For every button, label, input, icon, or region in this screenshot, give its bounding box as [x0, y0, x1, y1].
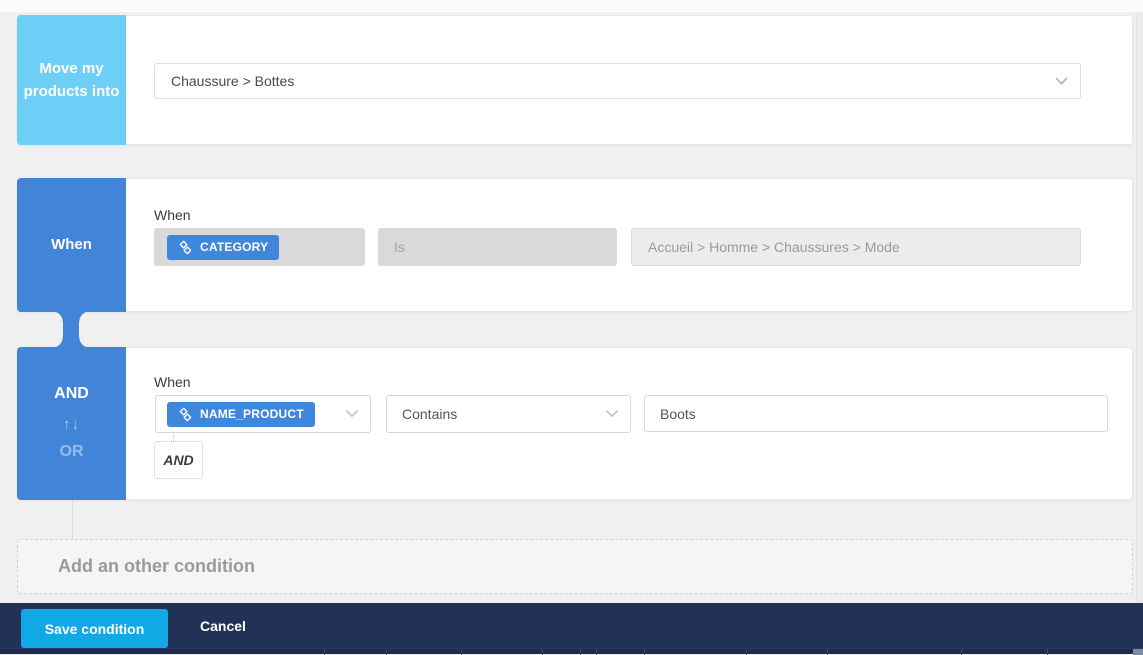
add-other-condition-label: Add an other condition [58, 556, 255, 577]
when-condition-card: When When CATEGORY Is Accueil > Homme > … [17, 178, 1133, 312]
save-condition-button[interactable]: Save condition [21, 609, 168, 648]
when-label-text: When [51, 233, 92, 256]
add-condition-connector [72, 500, 73, 539]
chevron-down-icon [606, 410, 630, 418]
operator-select-disabled: Is [378, 228, 617, 266]
footer-bottom-strip [0, 648, 1143, 654]
nested-and-connector [173, 432, 174, 441]
page-top-strip [0, 0, 1143, 12]
connector-curve [52, 311, 63, 322]
scrollbar-track[interactable] [1136, 12, 1143, 603]
move-products-card: Move my products into Chaussure > Bottes [17, 15, 1133, 145]
or-toggle-option[interactable]: OR [60, 440, 84, 465]
cancel-button[interactable]: Cancel [200, 603, 246, 648]
operator-placeholder: Is [378, 239, 421, 255]
and-toggle-option[interactable]: AND [54, 382, 89, 407]
when-row-label: When [154, 207, 191, 223]
and-condition-card: AND ↑↓ OR When NAME_PRODUCT Contains AND [17, 347, 1133, 500]
add-other-condition-button[interactable]: Add an other condition [17, 539, 1133, 594]
target-category-select[interactable]: Chaussure > Bottes [154, 63, 1081, 99]
move-products-label-line2: products into [24, 80, 120, 103]
chevron-down-icon [1055, 77, 1080, 86]
link-icon [178, 407, 193, 422]
condition-connector [63, 306, 79, 352]
condition-value-input[interactable] [644, 395, 1108, 432]
attribute-select[interactable]: NAME_PRODUCT [155, 395, 371, 433]
operator-value: Contains [387, 406, 457, 422]
condition-value-readonly: Accueil > Homme > Chaussures > Mode [631, 228, 1081, 266]
when-label: When [17, 178, 126, 312]
attribute-tag-label: CATEGORY [200, 240, 268, 254]
chevron-down-icon [346, 410, 370, 418]
condition-value-text: Accueil > Homme > Chaussures > Mode [648, 239, 900, 255]
connector-curve [79, 311, 90, 322]
target-category-value: Chaussure > Bottes [155, 73, 294, 89]
move-products-label-line1: Move my [39, 57, 103, 80]
and-row-label: When [154, 374, 191, 390]
and-or-toggle: AND ↑↓ OR [17, 347, 126, 500]
operator-select[interactable]: Contains [386, 395, 631, 433]
swap-arrows-icon[interactable]: ↑↓ [63, 413, 80, 436]
link-icon [178, 240, 193, 255]
attribute-tag[interactable]: NAME_PRODUCT [167, 402, 315, 427]
footer-action-bar: Save condition Cancel [0, 603, 1143, 654]
attribute-tag[interactable]: CATEGORY [167, 235, 279, 260]
attribute-select-disabled: CATEGORY [154, 228, 365, 266]
add-nested-and-button[interactable]: AND [154, 441, 203, 479]
attribute-tag-label: NAME_PRODUCT [200, 407, 304, 421]
move-products-label: Move my products into [17, 15, 126, 145]
